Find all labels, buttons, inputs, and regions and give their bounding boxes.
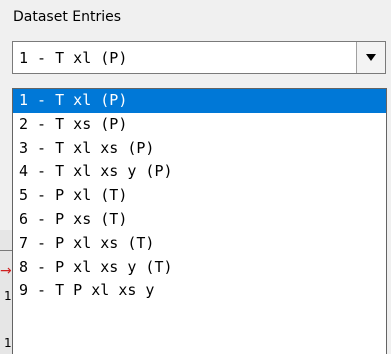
dropdown-selected-value: 1 - T xl (P) bbox=[19, 49, 128, 67]
dataset-entries-label: Dataset Entries bbox=[13, 9, 122, 25]
list-item[interactable]: 9 - T P xl xs y bbox=[13, 279, 386, 303]
background-row-number: 1 bbox=[4, 336, 12, 350]
dataset-entries-dropdown[interactable]: 1 - T xl (P) bbox=[12, 41, 386, 74]
dropdown-toggle-button[interactable] bbox=[356, 42, 385, 73]
list-item[interactable]: 7 - P xl xs (T) bbox=[13, 232, 386, 256]
arrow-right-icon: → bbox=[0, 263, 12, 279]
list-item[interactable]: 5 - P xl (T) bbox=[13, 184, 386, 208]
chevron-down-icon bbox=[366, 54, 376, 61]
list-item[interactable]: 2 - T xs (P) bbox=[13, 113, 386, 137]
list-item[interactable]: 3 - T xl xs (P) bbox=[13, 137, 386, 161]
list-item[interactable]: 1 - T xl (P) bbox=[13, 89, 386, 113]
list-item[interactable]: 4 - T xl xs y (P) bbox=[13, 160, 386, 184]
dataset-entries-dropdown-list[interactable]: 1 - T xl (P) 2 - T xs (P) 3 - T xl xs (P… bbox=[12, 88, 387, 354]
list-item[interactable]: 6 - P xs (T) bbox=[13, 208, 386, 232]
background-row-number: 1 bbox=[4, 289, 12, 303]
list-item[interactable]: 8 - P xl xs y (T) bbox=[13, 256, 386, 280]
